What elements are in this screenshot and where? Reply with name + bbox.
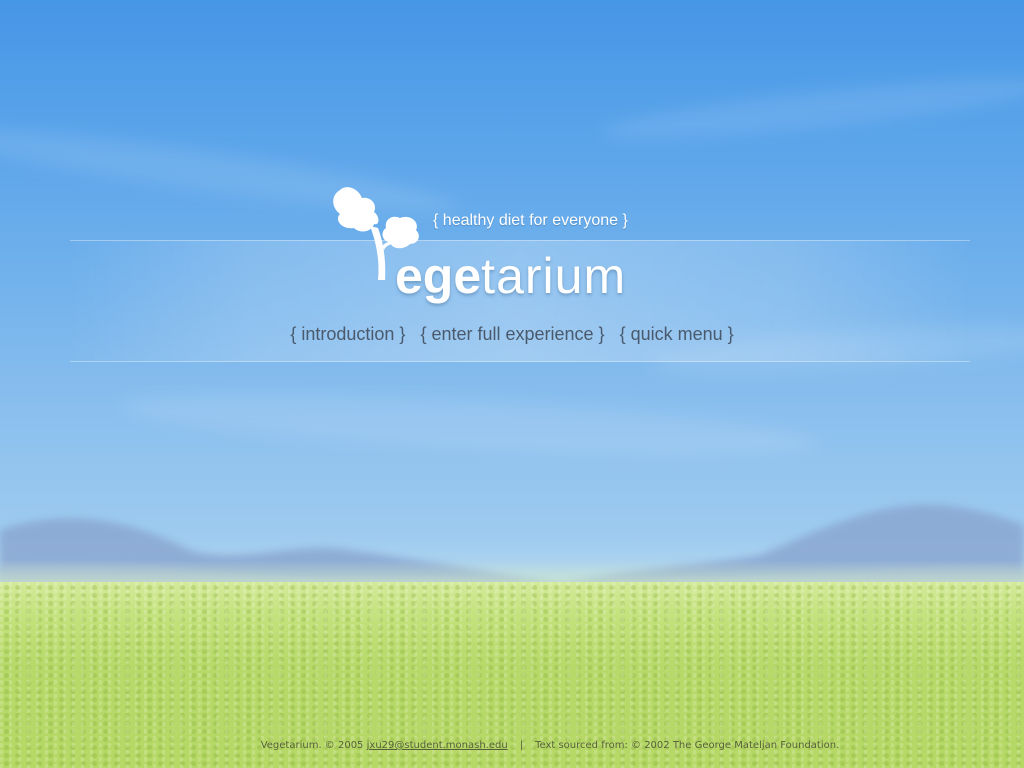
site-wordmark: egetarium (395, 248, 626, 304)
wordmark-bold-part: ege (395, 248, 482, 304)
nav-link-enter-full-experience[interactable]: { enter full experience } (420, 324, 604, 344)
page-footer: Vegetarium. © 2005 jxu29@student.monash.… (0, 740, 1024, 751)
cloud-streak (119, 381, 821, 469)
nav-link-introduction[interactable]: { introduction } (290, 324, 405, 344)
site-tagline: { healthy diet for everyone } (433, 212, 628, 229)
footer-source-text: Text sourced from: © 2002 The George Mat… (535, 740, 840, 751)
main-nav: { introduction } { enter full experience… (0, 324, 1024, 345)
wordmark-light-part: tarium (481, 248, 627, 304)
footer-separator: | (519, 740, 524, 751)
cloud-streak (599, 66, 1024, 150)
footer-copyright: Vegetarium. © 2005 (260, 740, 364, 751)
splash-background: { healthy diet for everyone } egetarium … (0, 0, 1024, 768)
nav-link-quick-menu[interactable]: { quick menu } (620, 324, 734, 344)
footer-email-link[interactable]: jxu29@student.monash.edu (367, 740, 508, 751)
